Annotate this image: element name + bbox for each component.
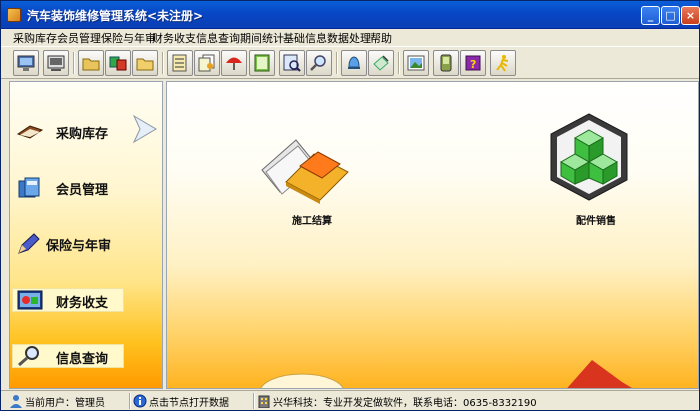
docs-icon	[198, 54, 215, 72]
nav-item-label: 财务收支	[56, 296, 109, 311]
book-icon	[16, 125, 44, 139]
toolbar-separator	[162, 52, 164, 74]
folder-open-icon	[136, 58, 154, 71]
folder-icon	[82, 58, 100, 71]
monitor-button[interactable]	[13, 50, 39, 76]
notebook-icon	[254, 54, 270, 72]
nav-item-finance[interactable]: 财务收支	[12, 289, 124, 311]
exit-button[interactable]	[490, 50, 516, 76]
user-icon	[10, 395, 22, 408]
svg-text:?: ?	[470, 58, 476, 71]
nav-item-label: 采购库存	[56, 127, 109, 142]
app-icon	[7, 8, 21, 22]
menu-purchase-stock[interactable]: 采购库存	[13, 30, 57, 46]
exit-runner-icon	[496, 55, 509, 72]
nav-item-insurance[interactable]: 保险与年审	[12, 232, 142, 254]
screen-button[interactable]	[43, 50, 69, 76]
help-book-button[interactable]: ?	[460, 50, 486, 76]
nav-item-label: 信息查询	[56, 352, 109, 367]
menu-help[interactable]: 帮助	[370, 30, 392, 46]
toolbar-separator	[73, 52, 75, 74]
nav-item-member[interactable]: 会员管理	[12, 176, 130, 198]
toolbar-separator	[398, 52, 400, 74]
search-doc-button[interactable]	[279, 50, 305, 76]
menu-member[interactable]: 会员管理	[57, 30, 101, 46]
picture-button[interactable]	[403, 50, 429, 76]
status-divider	[253, 393, 255, 409]
picture-icon	[407, 55, 425, 71]
pen-note-button[interactable]	[368, 50, 394, 76]
main-item-label: 配件销售	[576, 216, 616, 227]
cube-icon	[550, 113, 628, 201]
toolbar: ?	[1, 46, 699, 79]
bell-button[interactable]	[341, 50, 367, 76]
building-icon	[258, 395, 270, 408]
nav-panel: 采购库存 会员管理 保险与年审 财务收支 信息查询	[9, 81, 163, 389]
app-window: 汽车装饰维修管理系统<未注册> _ □ × 采购库存 会员管理 保险与年审 财务…	[0, 0, 700, 411]
menu-info-query[interactable]: 信息查询	[196, 30, 240, 46]
nav-item-info-query[interactable]: 信息查询	[12, 345, 124, 367]
card-exchange-icon	[109, 56, 127, 71]
status-bar: 当前用户：管理员 点击节点打开数据 兴华科技：专业开发定做软件，联系电话：063…	[1, 390, 699, 410]
finance-icon	[17, 290, 43, 310]
screen-icon	[47, 55, 65, 71]
menu-base-info[interactable]: 基础信息	[283, 30, 327, 46]
folder-button[interactable]	[78, 50, 104, 76]
arrow-right-icon[interactable]	[132, 115, 158, 143]
magnifier-button[interactable]	[306, 50, 332, 76]
card-exchange-button[interactable]	[105, 50, 131, 76]
title-bar[interactable]: 汽车装饰维修管理系统<未注册> _ □ ×	[1, 1, 700, 29]
menu-data-process[interactable]: 数据处理	[327, 30, 371, 46]
nav-item-purchase-stock[interactable]: 采购库存	[12, 120, 130, 142]
toolbar-separator	[336, 52, 338, 74]
menu-finance[interactable]: 财务收支	[152, 30, 196, 46]
search-doc-icon	[283, 54, 301, 72]
magnifier-icon	[310, 55, 326, 71]
info-icon	[133, 394, 147, 408]
docs-button[interactable]	[194, 50, 220, 76]
menu-bar: 采购库存 会员管理 保险与年审 财务收支 信息查询 期间统计 基础信息 数据处理…	[1, 29, 699, 46]
ledger-button[interactable]	[167, 50, 193, 76]
maximize-button[interactable]: □	[661, 6, 680, 25]
umbrella-button[interactable]	[221, 50, 247, 76]
window-title: 汽车装饰维修管理系统<未注册>	[27, 9, 204, 23]
nav-item-label: 会员管理	[56, 183, 109, 198]
main-item-label: 施工结算	[292, 216, 332, 227]
nav-item-label: 保险与年审	[46, 239, 112, 254]
member-icon	[18, 177, 40, 198]
folder-open-button[interactable]	[132, 50, 158, 76]
pen-note-icon	[373, 55, 389, 71]
ledger-icon	[172, 54, 187, 72]
menu-insurance[interactable]: 保险与年审	[101, 30, 156, 46]
pen-icon	[18, 233, 40, 254]
main-panel: 施工结算 配件销售	[166, 81, 699, 389]
status-divider	[129, 393, 131, 409]
close-button[interactable]: ×	[681, 6, 700, 25]
folder-stack-icon	[261, 139, 349, 204]
pda-button[interactable]	[433, 50, 459, 76]
main-item-construction-settlement[interactable]: 施工结算	[252, 132, 362, 232]
search-icon	[18, 346, 39, 367]
monitor-icon	[17, 55, 35, 71]
help-book-icon: ?	[465, 55, 481, 71]
pda-icon	[440, 54, 452, 72]
menu-period-stats[interactable]: 期间统计	[240, 30, 284, 46]
notebook-button[interactable]	[249, 50, 275, 76]
decor-shape	[567, 360, 632, 388]
umbrella-icon	[226, 57, 242, 70]
main-item-parts-sales[interactable]: 配件销售	[547, 112, 637, 232]
minimize-button[interactable]: _	[641, 6, 660, 25]
bell-icon	[348, 56, 360, 69]
decor-shape	[260, 373, 344, 388]
